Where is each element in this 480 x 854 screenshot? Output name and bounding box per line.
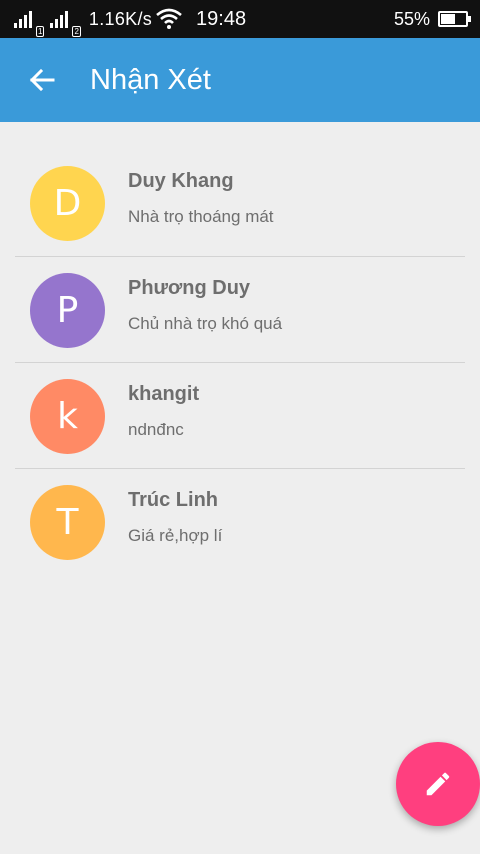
review-texts: khangit ndnđnc bbox=[128, 383, 199, 440]
list-item[interactable]: P Phương Duy Chủ nhà trọ khó quá bbox=[15, 256, 465, 362]
page-title: Nhận Xét bbox=[90, 63, 211, 96]
list-item[interactable]: T Trúc Linh Giá rẻ,hợp lí bbox=[15, 468, 465, 574]
arrow-left-icon bbox=[29, 68, 55, 92]
review-comment: Nhà trọ thoáng mát bbox=[128, 207, 274, 226]
sim1-label: 1 bbox=[36, 26, 45, 37]
status-bar: 1 2 1.16K/s 19:48 55% bbox=[0, 0, 480, 38]
avatar: P bbox=[30, 273, 105, 348]
review-texts: Phương Duy Chủ nhà trọ khó quá bbox=[128, 277, 282, 334]
status-right: 55% bbox=[393, 0, 471, 38]
add-review-button[interactable] bbox=[396, 742, 480, 826]
wifi-icon bbox=[156, 8, 182, 29]
status-left: 1 2 1.16K/s 19:48 bbox=[14, 0, 246, 38]
app-bar: Nhận Xét bbox=[0, 38, 480, 122]
review-list: D Duy Khang Nhà trọ thoáng mát P Phương … bbox=[15, 150, 465, 574]
signal-icon-2 bbox=[50, 10, 70, 28]
signal-icon bbox=[14, 10, 34, 28]
review-texts: Duy Khang Nhà trọ thoáng mát bbox=[128, 170, 274, 227]
pencil-icon bbox=[426, 772, 450, 796]
avatar: T bbox=[30, 485, 105, 560]
sim2-label: 2 bbox=[72, 26, 81, 37]
review-comment: ndnđnc bbox=[128, 420, 184, 439]
network-speed: 1.16K/s bbox=[88, 8, 153, 29]
clock: 19:48 bbox=[196, 7, 247, 30]
review-comment: Giá rẻ,hợp lí bbox=[128, 526, 223, 545]
reviewer-name: khangit bbox=[128, 383, 200, 405]
list-item[interactable]: D Duy Khang Nhà trọ thoáng mát bbox=[15, 150, 465, 256]
avatar: k bbox=[30, 379, 105, 454]
back-button[interactable] bbox=[16, 54, 68, 106]
battery-fill bbox=[441, 14, 456, 24]
review-texts: Trúc Linh Giá rẻ,hợp lí bbox=[128, 489, 222, 546]
battery-icon bbox=[438, 11, 471, 27]
avatar: D bbox=[30, 166, 105, 241]
list-item[interactable]: k khangit ndnđnc bbox=[15, 362, 465, 468]
reviewer-name: Trúc Linh bbox=[128, 489, 218, 511]
reviewer-name: Phương Duy bbox=[128, 277, 251, 299]
battery-percent: 55% bbox=[393, 8, 430, 29]
review-comment: Chủ nhà trọ khó quá bbox=[128, 314, 283, 333]
reviewer-name: Duy Khang bbox=[128, 170, 234, 192]
